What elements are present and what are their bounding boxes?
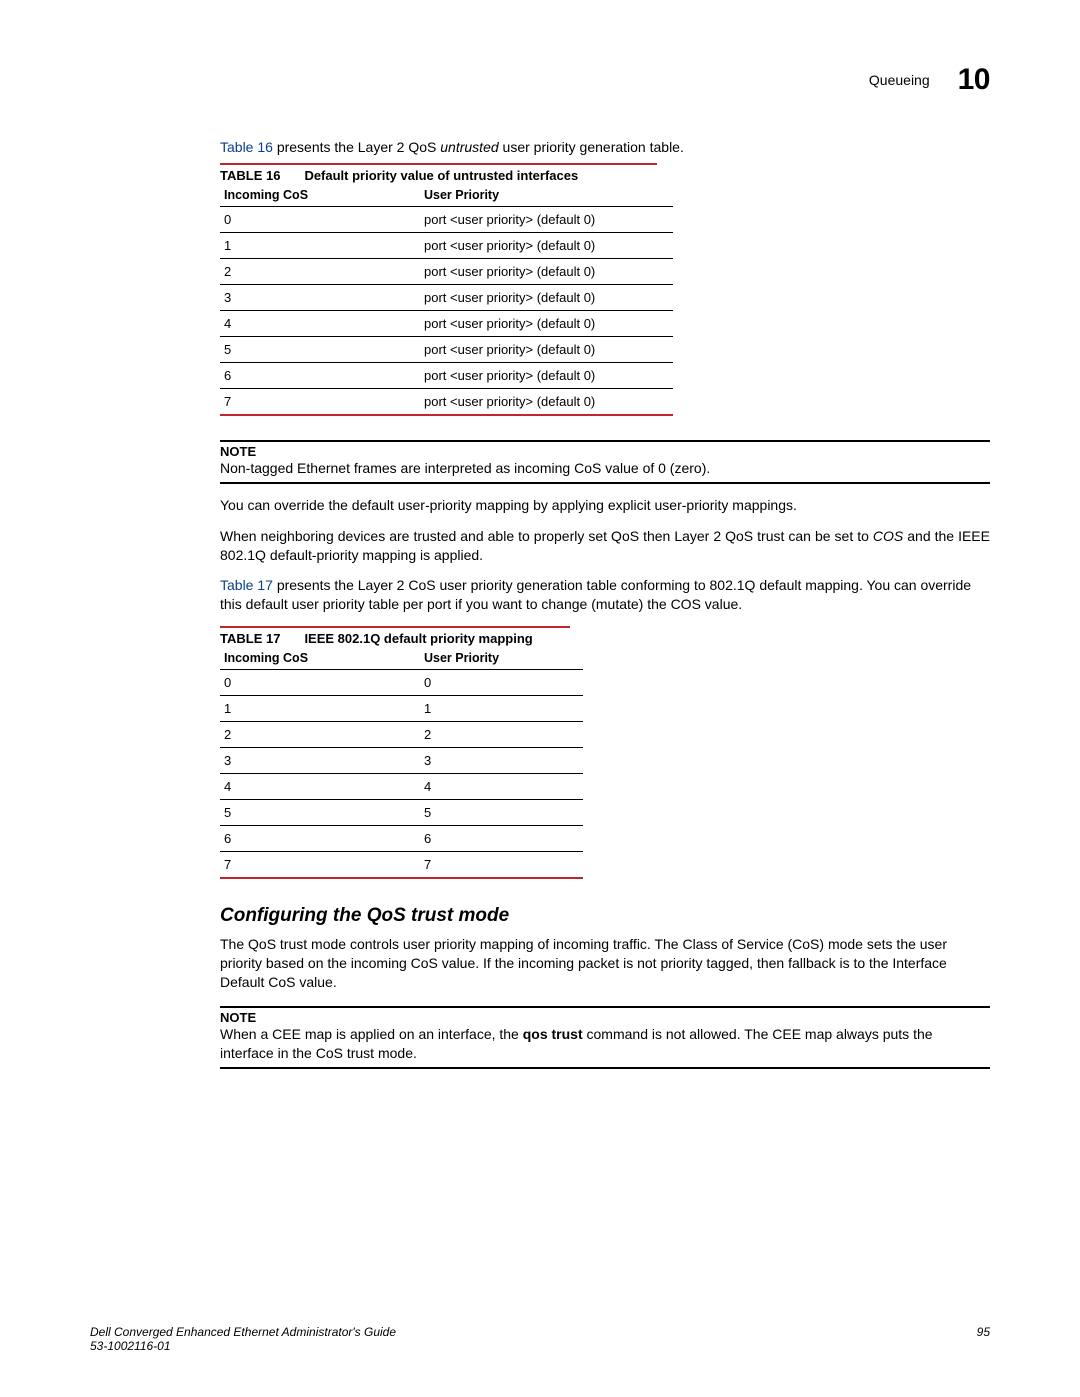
note-1: NOTE Non-tagged Ethernet frames are inte… [220,440,990,484]
table-row: 7port <user priority> (default 0) [220,388,673,415]
table-row: 22 [220,722,583,748]
page-footer: Dell Converged Enhanced Ethernet Adminis… [90,1325,990,1353]
table-row: 44 [220,774,583,800]
table-row: 1port <user priority> (default 0) [220,232,673,258]
section-configuring-qos-trust: Configuring the QoS trust mode [220,905,990,927]
table-row: 66 [220,826,583,852]
intro-table16: Table 16 presents the Layer 2 QoS untrus… [220,138,990,157]
table-row: 33 [220,748,583,774]
chapter-number: 10 [958,63,990,97]
trust-mode-para: The QoS trust mode controls user priorit… [220,935,990,992]
table17: Incoming CoS User Priority 00 11 22 33 4… [220,646,583,879]
footer-doc: 53-1002116-01 [90,1339,396,1353]
table16-caption: TABLE 16 Default priority value of untru… [220,163,657,183]
table17-link[interactable]: Table 17 [220,577,273,593]
table-row: 6port <user priority> (default 0) [220,362,673,388]
table16-col2: User Priority [420,183,673,207]
table-row: 4port <user priority> (default 0) [220,310,673,336]
table-row: 11 [220,696,583,722]
table16-col1: Incoming CoS [220,183,420,207]
footer-title: Dell Converged Enhanced Ethernet Adminis… [90,1325,396,1339]
table17-col1: Incoming CoS [220,646,420,670]
table-row: 77 [220,852,583,879]
table16-link[interactable]: Table 16 [220,139,273,155]
note-2: NOTE When a CEE map is applied on an int… [220,1006,990,1069]
table-row: 2port <user priority> (default 0) [220,258,673,284]
override-para: You can override the default user-priori… [220,496,990,515]
neighbor-para: When neighboring devices are trusted and… [220,527,990,565]
page-number: 95 [977,1325,990,1339]
table-row: 0port <user priority> (default 0) [220,206,673,232]
table17-col2: User Priority [420,646,583,670]
table16: Incoming CoS User Priority 0port <user p… [220,183,673,416]
table-row: 55 [220,800,583,826]
table-row: 5port <user priority> (default 0) [220,336,673,362]
intro-table17: Table 17 presents the Layer 2 CoS user p… [220,576,990,614]
table-row: 00 [220,670,583,696]
section-label: Queueing [869,72,930,88]
table17-caption: TABLE 17 IEEE 802.1Q default priority ma… [220,626,570,646]
table-row: 3port <user priority> (default 0) [220,284,673,310]
running-header: Queueing 10 [90,60,990,100]
